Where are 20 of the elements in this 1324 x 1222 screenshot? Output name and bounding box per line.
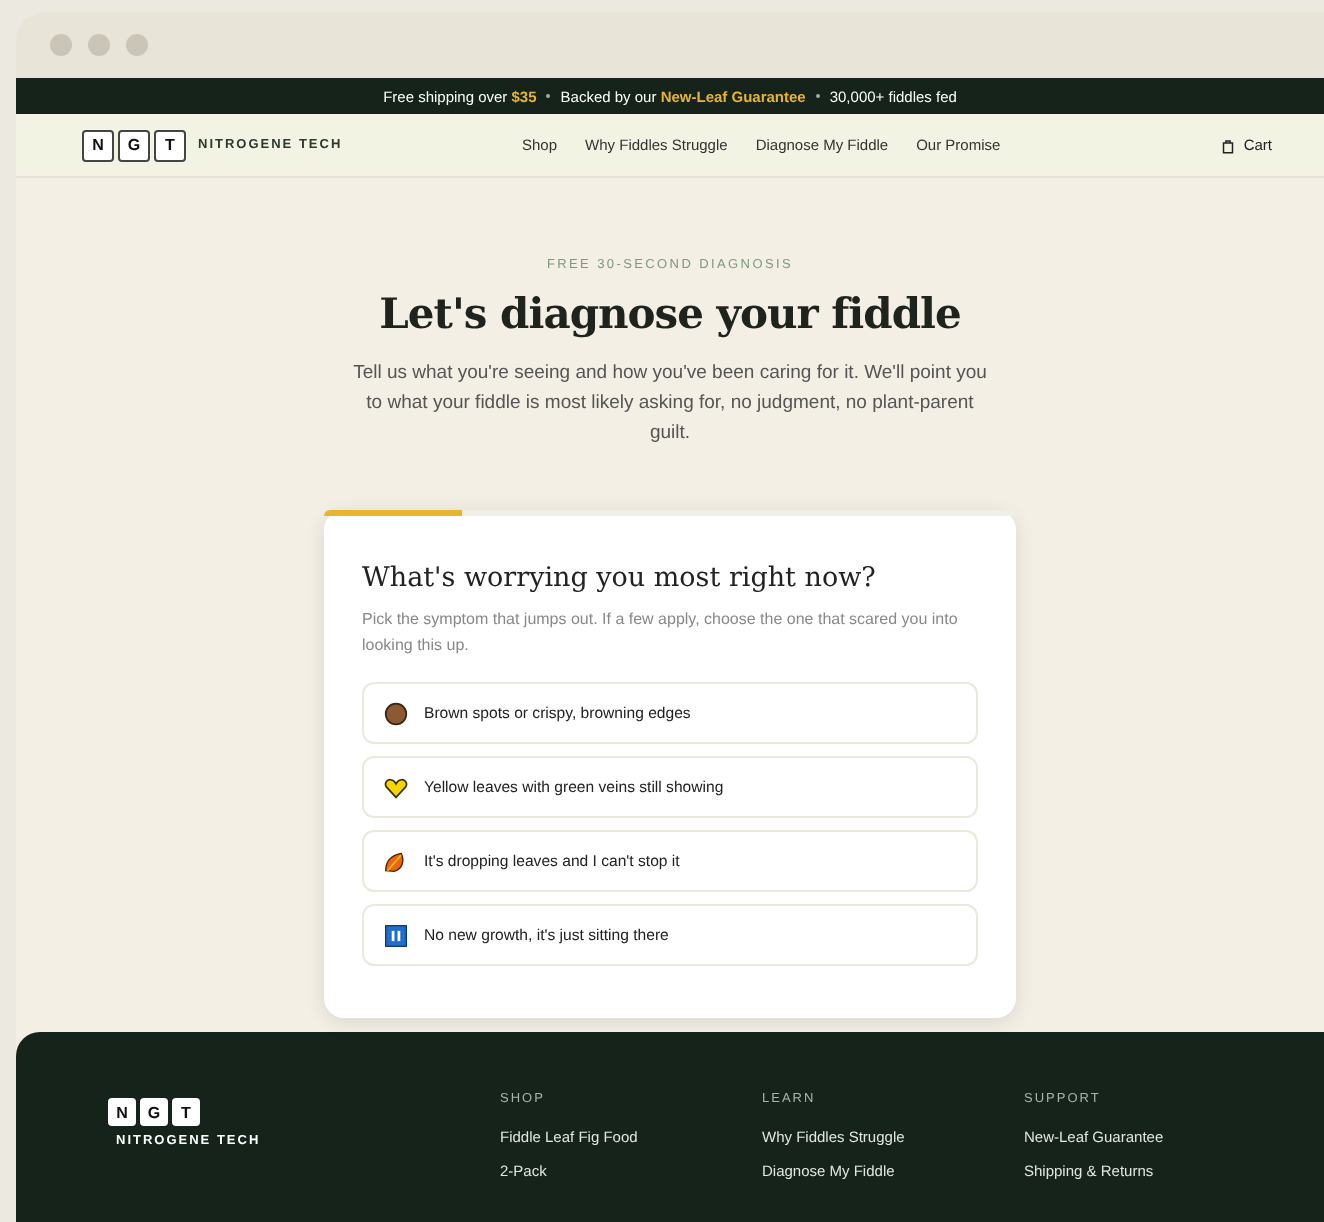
logo-tile[interactable]: N [108,1098,136,1126]
separator-dot-icon [546,94,551,98]
logo-tile[interactable]: N [82,129,114,161]
bag-icon [1221,137,1234,153]
window-control-icon[interactable] [126,34,148,56]
heart-icon [384,775,408,799]
pause-icon [384,923,408,947]
logo-tile[interactable]: G [140,1098,168,1126]
question-hint: Pick the symptom that jumps out. If a few apply, choose the one that scared you into looking this up. [362,608,960,658]
question-title: What's worrying you most right now? [362,562,878,594]
logo-tile[interactable]: T [172,1098,200,1126]
page-title: Let's diagnose your fiddle [379,288,961,338]
window-control-icon[interactable] [88,34,110,56]
logo-tile[interactable]: T [154,129,186,161]
circle-icon [384,701,408,725]
separator-dot-icon [815,94,820,98]
window-control-icon[interactable] [50,34,72,56]
leaf-icon [384,849,408,873]
logo-tile[interactable]: G [118,129,150,161]
intro-text: Tell us what you're seeing and how you've been caring for it. We'll point you to what your fiddle is most likely asking for, no judgment, no plant-parent guilt. [351,360,989,448]
